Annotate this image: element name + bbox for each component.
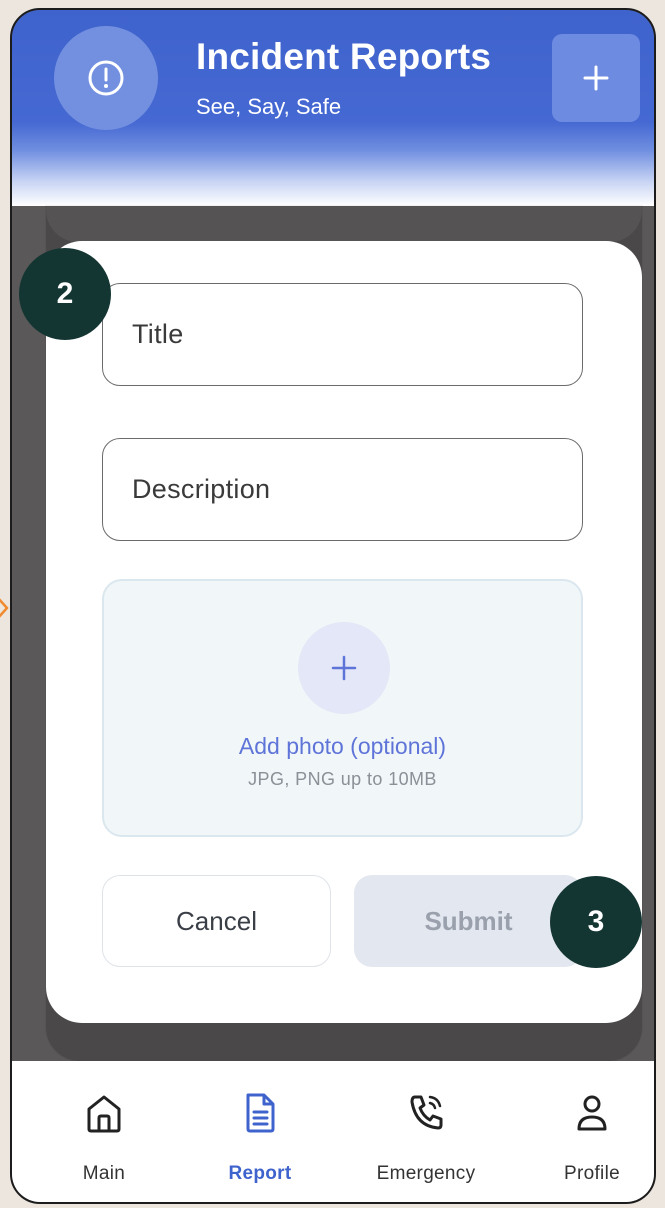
alert-circle-icon — [54, 26, 158, 130]
home-icon — [87, 1095, 121, 1133]
document-icon — [246, 1093, 275, 1133]
add-photo-label: Add photo (optional) — [238, 733, 447, 759]
page-subtitle: See, Say, Safe — [196, 94, 342, 119]
page-title: Incident Reports — [196, 36, 492, 77]
step-badge-2: 2 — [19, 248, 111, 340]
nav-item-profile[interactable]: Profile — [512, 1061, 654, 1202]
add-photo-dropzone[interactable]: Add photo (optional) JPG, PNG up to 10MB — [102, 579, 583, 837]
orange-arrow-icon — [0, 598, 9, 618]
plus-icon — [583, 65, 609, 91]
photo-format-hint: JPG, PNG up to 10MB — [248, 769, 437, 789]
app-header: Incident Reports See, Say, Safe — [12, 10, 654, 206]
add-report-button[interactable] — [552, 34, 640, 122]
nav-item-report[interactable]: Report — [180, 1061, 340, 1202]
nav-item-main[interactable]: Main — [24, 1061, 184, 1202]
step-badge-3: 3 — [550, 876, 642, 968]
bottom-navigation: Main Report Emergency Profile — [12, 1061, 654, 1202]
phone-frame: Incident Reports See, Say, Safe Title De… — [10, 8, 656, 1204]
nav-label-emergency: Emergency — [376, 1163, 476, 1184]
nav-label-report: Report — [228, 1163, 292, 1184]
nav-label-profile: Profile — [564, 1163, 620, 1184]
description-input[interactable]: Description — [102, 438, 583, 541]
phone-call-icon — [410, 1095, 443, 1130]
background-card-edge — [46, 206, 642, 242]
nav-label-main: Main — [82, 1163, 126, 1184]
submit-button[interactable]: Submit — [354, 875, 583, 967]
add-photo-button[interactable] — [298, 622, 390, 714]
user-icon — [577, 1095, 607, 1131]
cancel-button[interactable]: Cancel — [102, 875, 331, 967]
nav-item-emergency[interactable]: Emergency — [346, 1061, 506, 1202]
title-input[interactable]: Title — [102, 283, 583, 386]
plus-icon — [331, 655, 357, 681]
